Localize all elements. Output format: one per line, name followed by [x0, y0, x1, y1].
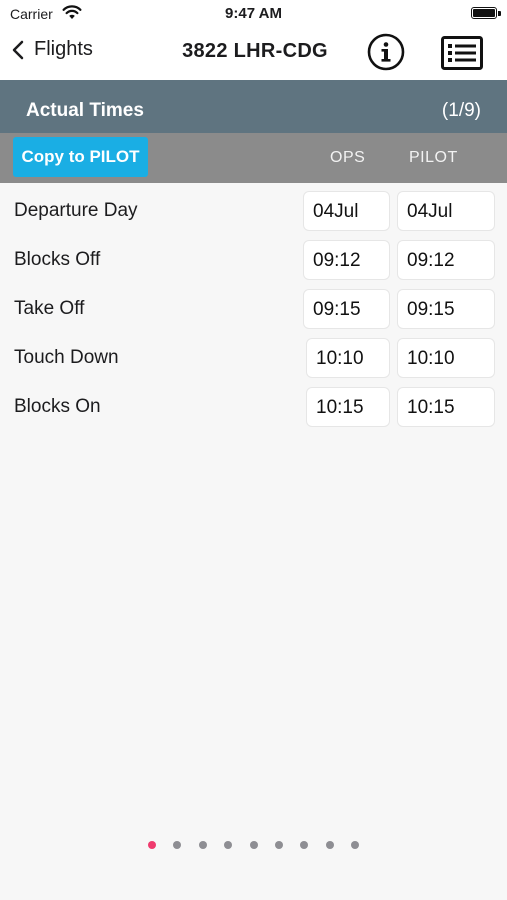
page-indicator[interactable] — [0, 836, 507, 854]
pilot-value-field[interactable]: 04Jul — [397, 191, 495, 231]
section-title: Actual Times — [26, 100, 144, 121]
pilot-value-field[interactable]: 09:12 — [397, 240, 495, 280]
page-dot[interactable] — [173, 841, 182, 849]
chevron-left-icon — [12, 40, 24, 59]
row-touch-down: Touch Down 10:10 10:10 — [0, 330, 507, 379]
pilot-value-field[interactable]: 09:15 — [397, 289, 495, 329]
ops-value-field[interactable]: 04Jul — [303, 191, 390, 231]
row-label: Take Off — [14, 298, 85, 319]
pilot-value-field[interactable]: 10:10 — [397, 338, 495, 378]
row-label: Blocks Off — [14, 249, 101, 270]
page-dot[interactable] — [274, 841, 283, 849]
back-button[interactable]: Flights — [12, 38, 93, 61]
times-table: Departure Day 04Jul 04Jul Blocks Off 09:… — [0, 183, 507, 428]
page-dot[interactable] — [351, 841, 360, 849]
nav-bar: Flights 3822 LHR-CDG — [0, 28, 507, 80]
list-icon[interactable] — [441, 36, 483, 70]
row-label: Departure Day — [14, 200, 138, 221]
ops-value-field[interactable]: 10:10 — [306, 338, 390, 378]
ops-value-field[interactable]: 09:12 — [303, 240, 390, 280]
page-dot[interactable] — [325, 841, 334, 849]
battery-icon — [471, 7, 497, 19]
section-header: Actual Times (1/9) — [0, 80, 507, 133]
row-departure-day: Departure Day 04Jul 04Jul — [0, 183, 507, 232]
row-take-off: Take Off 09:15 09:15 — [0, 281, 507, 330]
row-label: Blocks On — [14, 396, 101, 417]
row-blocks-on: Blocks On 10:15 10:15 — [0, 379, 507, 428]
back-label: Flights — [34, 38, 93, 60]
page-dot[interactable] — [249, 841, 258, 849]
page-counter: (1/9) — [441, 100, 481, 121]
column-header-pilot: PILOT — [409, 149, 458, 166]
row-blocks-off: Blocks Off 09:12 09:12 — [0, 232, 507, 281]
pilot-value-field[interactable]: 10:15 — [397, 387, 495, 427]
info-icon[interactable] — [367, 33, 405, 71]
status-bar: Carrier 9:47 AM — [0, 0, 507, 28]
ops-value-field[interactable]: 10:15 — [306, 387, 390, 427]
column-toolbar: Copy to PILOT OPS PILOT — [0, 133, 507, 183]
page-title: 3822 LHR-CDG — [182, 40, 328, 62]
battery-cap — [498, 11, 501, 16]
row-label: Touch Down — [14, 347, 119, 368]
clock: 9:47 AM — [225, 5, 282, 22]
page-dot[interactable] — [147, 841, 156, 849]
column-header-ops: OPS — [330, 149, 366, 166]
page-dot[interactable] — [224, 841, 233, 849]
page-dot[interactable] — [300, 841, 309, 849]
copy-to-pilot-button[interactable]: Copy to PILOT — [13, 137, 148, 177]
ops-value-field[interactable]: 09:15 — [303, 289, 390, 329]
page-dot[interactable] — [198, 841, 207, 849]
